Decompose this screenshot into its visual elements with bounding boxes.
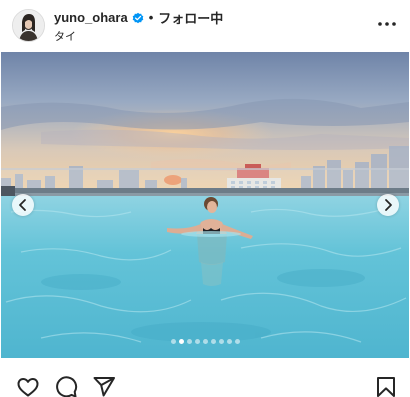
carousel-dot <box>202 339 208 344</box>
save-button[interactable] <box>374 375 398 397</box>
carousel-dot <box>186 339 192 344</box>
carousel-dot <box>178 339 184 344</box>
heart-icon <box>17 378 39 397</box>
post-photo[interactable] <box>1 52 409 358</box>
bookmark-icon <box>377 377 395 397</box>
instagram-post: yuno_ohara • フォロー中 タイ <box>0 0 410 397</box>
username-link[interactable]: yuno_ohara <box>54 10 128 25</box>
carousel-dot <box>234 339 240 344</box>
next-slide-button[interactable] <box>377 194 399 216</box>
comment-icon <box>56 376 78 397</box>
photo-illustration <box>1 52 409 358</box>
post-header: yuno_ohara • フォロー中 タイ <box>0 0 410 52</box>
username-row: yuno_ohara • フォロー中 <box>54 9 223 26</box>
carousel-dot <box>170 339 176 344</box>
more-options-icon[interactable] <box>376 14 398 34</box>
following-button[interactable]: フォロー中 <box>158 8 223 27</box>
chevron-left-icon <box>19 199 26 211</box>
comment-button[interactable] <box>54 375 78 397</box>
avatar[interactable] <box>12 9 45 42</box>
verified-badge-icon <box>132 12 144 24</box>
carousel-dot <box>210 339 216 344</box>
carousel-dot <box>218 339 224 344</box>
location-link[interactable]: タイ <box>54 28 76 44</box>
like-button[interactable] <box>16 375 40 397</box>
share-button[interactable] <box>92 375 116 397</box>
carousel-dot <box>194 339 200 344</box>
separator-dot: • <box>148 10 154 25</box>
previous-slide-button[interactable] <box>12 194 34 216</box>
carousel-dot <box>226 339 232 344</box>
paper-plane-icon <box>93 377 115 397</box>
action-bar <box>0 362 410 397</box>
carousel-indicator <box>1 339 409 345</box>
chevron-right-icon <box>385 199 392 211</box>
